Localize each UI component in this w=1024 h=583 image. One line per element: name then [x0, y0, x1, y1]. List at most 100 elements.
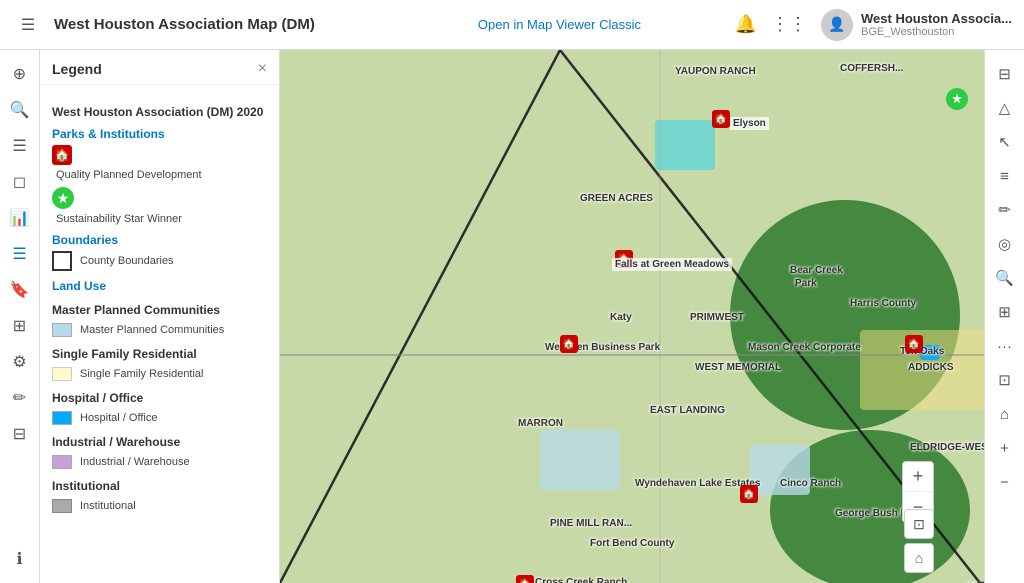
mpc-swatch [52, 323, 72, 337]
legend-main-section: West Houston Association (DM) 2020 [52, 105, 267, 119]
map-pin-wyndehaven: 🏠 [740, 485, 758, 503]
sustainability-icon: ★ [52, 187, 74, 209]
legend-sustainability-label: Sustainability Star Winner [56, 213, 267, 225]
map-pin-crosscreek: 🏠 [516, 575, 534, 583]
screen2-icon[interactable]: ⊡ [989, 364, 1021, 396]
green-star-second: ★ [946, 88, 968, 110]
menu-icon[interactable]: ☰ [12, 9, 44, 41]
plus-icon[interactable]: + [989, 432, 1021, 464]
topbar-center: Open in Map Viewer Classic [394, 17, 724, 32]
legend-header: Legend × [40, 50, 279, 85]
legend-mpc-label: Master Planned Communities [80, 324, 224, 336]
apps-sidebar-btn[interactable]: ⊟ [4, 418, 36, 450]
legend-industrial-label: Industrial / Warehouse [80, 456, 190, 468]
institutional-swatch [52, 499, 72, 513]
home-sidebar-btn[interactable]: ⊕ [4, 58, 36, 90]
legend-quality-label: Quality Planned Development [56, 169, 267, 181]
legend-panel: Legend × West Houston Association (DM) 2… [40, 50, 280, 583]
mpc-patch-2 [750, 445, 810, 495]
mpc-patch-1 [540, 430, 620, 490]
label-coffersh: COFFERSH... [840, 63, 903, 74]
legend-body: West Houston Association (DM) 2020 Parks… [40, 85, 279, 527]
user-menu[interactable]: 👤 West Houston Associa... BGE_Westhousto… [821, 9, 1012, 41]
classic-viewer-link[interactable]: Open in Map Viewer Classic [478, 17, 641, 32]
county-swatch [52, 251, 72, 271]
legend-institutional-header: Institutional [52, 479, 267, 493]
draw-icon[interactable]: ✏ [989, 194, 1021, 226]
user-name: West Houston Associa... [861, 11, 1012, 26]
left-sidebar: ⊕ 🔍 ☰ ◻ 📊 ☰ 🔖 ⊞ ⚙ ✏ ⊟ ℹ [0, 50, 40, 583]
teal-patch-elyson [655, 120, 715, 170]
map-tools-bottom: ⊡ ⌂ [904, 509, 934, 573]
legend-item-industrial: Industrial / Warehouse [52, 455, 267, 469]
legend-item-hospital: Hospital / Office [52, 411, 267, 425]
user-subtitle: BGE_Westhouston [861, 26, 1012, 38]
more-options-icon[interactable]: ··· [989, 330, 1021, 362]
screen-icon[interactable]: ⊡ [904, 509, 934, 539]
home-extent-button[interactable]: ⌂ [904, 543, 934, 573]
grid-view-icon[interactable]: ⊞ [989, 296, 1021, 328]
legend-title: Legend [52, 61, 102, 77]
user-info: West Houston Associa... BGE_Westhouston [861, 11, 1012, 38]
zoom-in-button[interactable]: + [903, 462, 933, 492]
legend-mpc-header: Master Planned Communities [52, 303, 267, 317]
location-icon[interactable]: ◎ [989, 228, 1021, 260]
label-katy: Katy [610, 312, 632, 323]
legend-close-button[interactable]: × [258, 60, 267, 78]
hospital-swatch [52, 411, 72, 425]
topbar-icons: 🔔 ⋮⋮ 👤 West Houston Associa... BGE_Westh… [735, 9, 1012, 41]
filter-icon[interactable]: ⊟ [989, 58, 1021, 90]
legend-sfr-label: Single Family Residential [80, 368, 204, 380]
table-icon[interactable]: ≡ [989, 160, 1021, 192]
bookmark-sidebar-btn[interactable]: 🔖 [4, 274, 36, 306]
search-map-icon[interactable]: 🔍 [989, 262, 1021, 294]
right-sidebar: ⊟ △ ↖ ≡ ✏ ◎ 🔍 ⊞ ··· ⊡ ⌂ + − [984, 50, 1024, 583]
notification-bell-icon[interactable]: 🔔 [735, 14, 757, 35]
select-icon[interactable]: ↖ [989, 126, 1021, 158]
label-elyson: Elyson [730, 117, 769, 130]
edit-sidebar-btn[interactable]: ✏ [4, 382, 36, 414]
legend-county-label: County Boundaries [80, 255, 174, 267]
label-marron: MARRON [518, 418, 563, 429]
layers-sidebar-btn[interactable]: ☰ [4, 130, 36, 162]
legend-item-sfr: Single Family Residential [52, 367, 267, 381]
minus-icon[interactable]: − [989, 466, 1021, 498]
industrial-swatch [52, 455, 72, 469]
label-yaupon: YAUPON RANCH [675, 66, 756, 77]
apps-grid-icon[interactable]: ⋮⋮ [771, 14, 807, 35]
home2-icon[interactable]: ⌂ [989, 398, 1021, 430]
legend-hospital-header: Hospital / Office [52, 391, 267, 405]
settings-sidebar-btn[interactable]: ⚙ [4, 346, 36, 378]
label-cross-creek: Cross Creek Ranch [535, 577, 627, 583]
map-pin-falls: 🏠 [615, 250, 633, 268]
map-background[interactable]: YAUPON RANCH COFFERSH... Jarrey Village … [280, 50, 984, 583]
sfr-swatch [52, 367, 72, 381]
legend-item-institutional: Institutional [52, 499, 267, 513]
legend-category-parks: Parks & Institutions [52, 127, 267, 141]
map-area[interactable]: YAUPON RANCH COFFERSH... Jarrey Village … [280, 50, 984, 583]
quality-icon: 🏠 [52, 145, 72, 165]
legend-hospital-label: Hospital / Office [80, 412, 157, 424]
legend-sidebar-btn[interactable]: ☰ [4, 238, 36, 270]
label-pine-mill: PINE MILL RAN... [550, 518, 632, 529]
topbar: ☰ West Houston Association Map (DM) Open… [0, 0, 1024, 50]
legend-sfr-header: Single Family Residential [52, 347, 267, 361]
search-sidebar-btn[interactable]: 🔍 [4, 94, 36, 126]
label-east-landing: EAST LANDING [650, 405, 725, 416]
info-sidebar-btn[interactable]: ℹ [4, 543, 36, 575]
legend-category-boundaries: Boundaries [52, 233, 267, 247]
label-fort-bend: Fort Bend County [590, 538, 674, 549]
measure-icon[interactable]: △ [989, 92, 1021, 124]
legend-industrial-header: Industrial / Warehouse [52, 435, 267, 449]
page-title: West Houston Association Map (DM) [54, 16, 384, 33]
map-pin-tenoaks: 🏠 [905, 335, 923, 353]
legend-item-quality: 🏠 [52, 145, 267, 165]
basemap-sidebar-btn[interactable]: ◻ [4, 166, 36, 198]
map-pin-westten: 🏠 [560, 335, 578, 353]
avatar: 👤 [821, 9, 853, 41]
table-sidebar-btn[interactable]: ⊞ [4, 310, 36, 342]
main-layout: ⊕ 🔍 ☰ ◻ 📊 ☰ 🔖 ⊞ ⚙ ✏ ⊟ ℹ Legend × West Ho… [0, 50, 1024, 583]
analysis-sidebar-btn[interactable]: 📊 [4, 202, 36, 234]
blue-patch-ten-oaks [920, 345, 940, 360]
label-green-acres: GREEN ACRES [580, 193, 653, 204]
